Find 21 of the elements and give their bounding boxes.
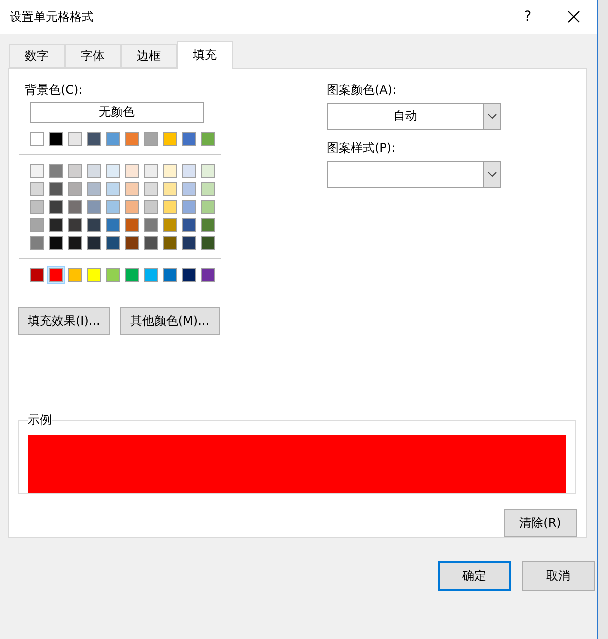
dialog-button[interactable]: 取消 — [522, 561, 595, 591]
pattern-color-label: 图案颜色(A): — [327, 82, 398, 98]
pattern-style-dropdown[interactable] — [327, 161, 501, 188]
background-color-label: 背景色(C): — [25, 82, 84, 98]
dialog-button[interactable]: 确定 — [438, 561, 511, 591]
close-icon — [568, 11, 580, 23]
dialog-button[interactable]: 其他颜色(M)... — [120, 307, 220, 335]
pattern-style-label: 图案样式(P): — [327, 140, 397, 156]
clear-button[interactable]: 清除(R) — [504, 509, 577, 537]
pattern-color-dropdown[interactable]: 自动 — [327, 103, 501, 130]
tab[interactable]: 边框 — [121, 44, 177, 68]
help-button[interactable]: ? — [505, 0, 551, 34]
tab[interactable]: 填充 — [177, 41, 233, 69]
no-color-button[interactable]: 无颜色 — [30, 102, 204, 123]
chevron-down-icon — [488, 114, 496, 119]
chevron-down-icon — [488, 172, 496, 177]
sample-label: 示例 — [28, 412, 52, 429]
window-title: 设置单元格格式 — [10, 8, 95, 26]
dialog-button[interactable]: 填充效果(I)... — [18, 307, 110, 335]
tab[interactable]: 字体 — [65, 44, 121, 68]
tab[interactable]: 数字 — [9, 44, 65, 68]
